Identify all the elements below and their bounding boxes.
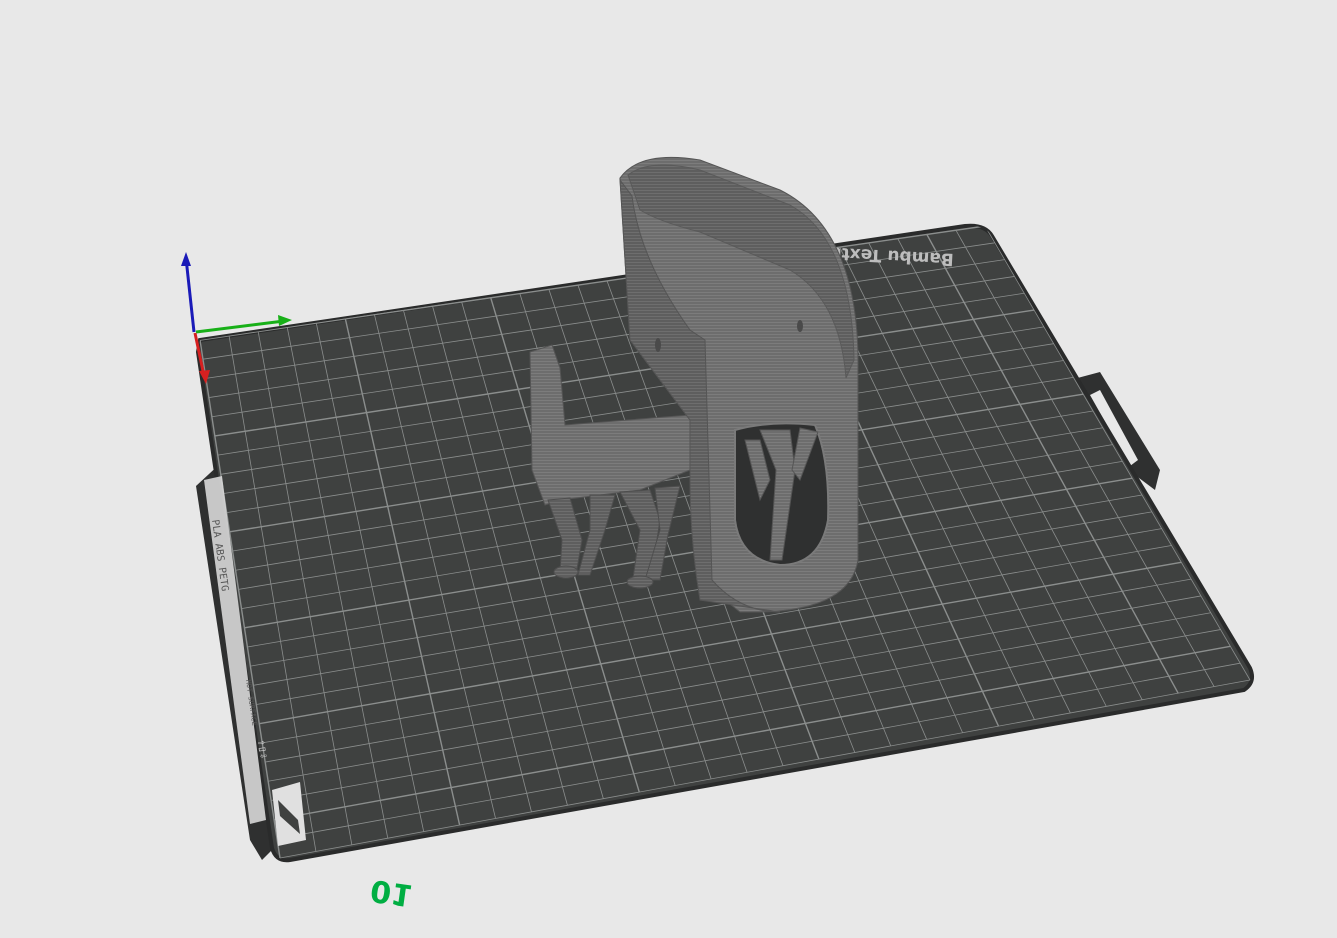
plate-number: 01 (368, 872, 414, 912)
model-hole (797, 320, 803, 332)
model-hole (655, 338, 661, 352)
3d-viewport[interactable]: PLA ABS PETG HOT SURFACE ⇧▯⇩ Bambu Textu… (0, 0, 1337, 938)
plate-icon-label: ⇧▯⇩ (255, 739, 271, 760)
